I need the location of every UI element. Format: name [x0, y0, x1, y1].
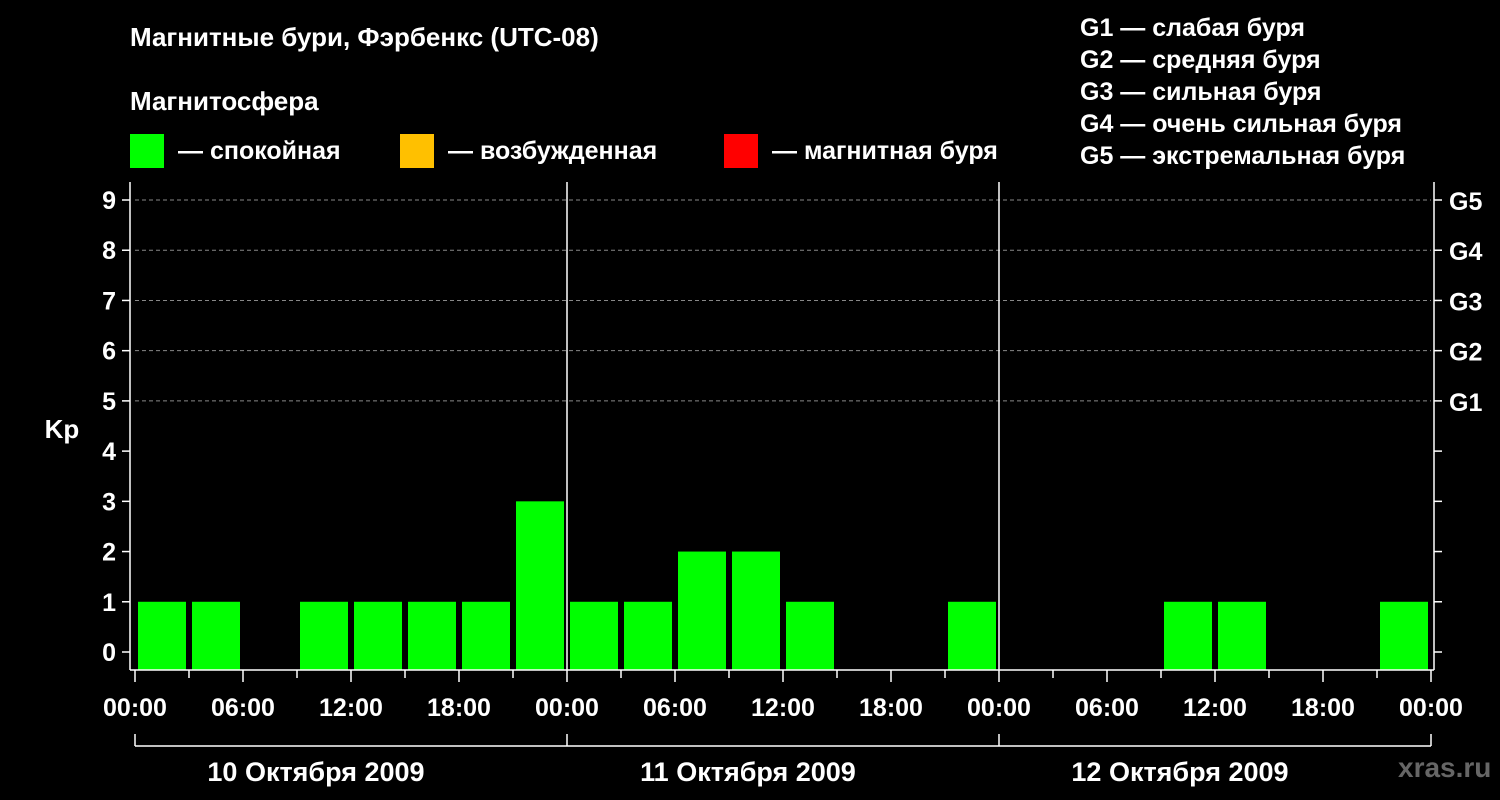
kp-bar-chart: 0 1 2 3 4 5 6 7 8 9 G1 G2 G3 G4 G5 Kp 00:00 06:00 12:00 18:…	[45, 182, 1482, 787]
x-tick-label: 00:00	[535, 694, 599, 722]
x-tick-label: 00:00	[103, 694, 167, 722]
kp-bar	[462, 601, 510, 670]
x-tick-label: 06:00	[1075, 694, 1139, 722]
kp-bar	[192, 601, 240, 670]
y-tick-label: 5	[102, 388, 116, 416]
kp-bar	[624, 601, 672, 670]
x-tick-label: 00:00	[1399, 694, 1463, 722]
kp-bar	[678, 551, 726, 670]
y-tick-label: 1	[102, 589, 116, 617]
watermark: xras.ru	[1398, 752, 1492, 783]
g-scale-label: G2	[1449, 339, 1482, 367]
kp-bar	[516, 501, 564, 670]
day-label: 12 Октября 2009	[1071, 757, 1288, 787]
g-scale-label: G5	[1449, 188, 1482, 216]
y-tick-label: 9	[102, 187, 116, 215]
y-tick-label: 8	[102, 237, 116, 265]
y-tick-label: 3	[102, 488, 116, 516]
kp-bar	[354, 601, 402, 670]
y-tick-label: 0	[102, 639, 116, 667]
y-tick-label: 7	[102, 287, 116, 315]
y-tick-label: 2	[102, 539, 116, 567]
y-tick-label: 4	[102, 438, 116, 466]
kp-bar	[948, 601, 996, 670]
x-tick-label: 18:00	[1291, 694, 1355, 722]
kp-bar	[138, 601, 186, 670]
x-tick-label: 12:00	[751, 694, 815, 722]
x-tick-label: 00:00	[967, 694, 1031, 722]
g-scale-label: G4	[1449, 238, 1482, 266]
kp-bar	[1164, 601, 1212, 670]
kp-bar	[1218, 601, 1266, 670]
day-label: 11 Октября 2009	[640, 757, 856, 787]
kp-bar	[732, 551, 780, 670]
day-label: 10 Октября 2009	[207, 757, 424, 787]
y-tick-label: 6	[102, 338, 116, 366]
kp-bar	[786, 601, 834, 670]
kp-bar	[570, 601, 618, 670]
x-tick-label: 06:00	[211, 694, 275, 722]
x-tick-label: 06:00	[643, 694, 707, 722]
g-scale-label: G1	[1449, 389, 1482, 417]
y-axis-label: Kp	[45, 414, 80, 444]
x-tick-label: 18:00	[859, 694, 923, 722]
x-tick-label: 18:00	[427, 694, 491, 722]
kp-bar	[408, 601, 456, 670]
x-tick-label: 12:00	[319, 694, 383, 722]
g-scale-label: G3	[1449, 288, 1482, 316]
x-tick-label: 12:00	[1183, 694, 1247, 722]
kp-bar	[1380, 601, 1428, 670]
kp-bar	[300, 601, 348, 670]
